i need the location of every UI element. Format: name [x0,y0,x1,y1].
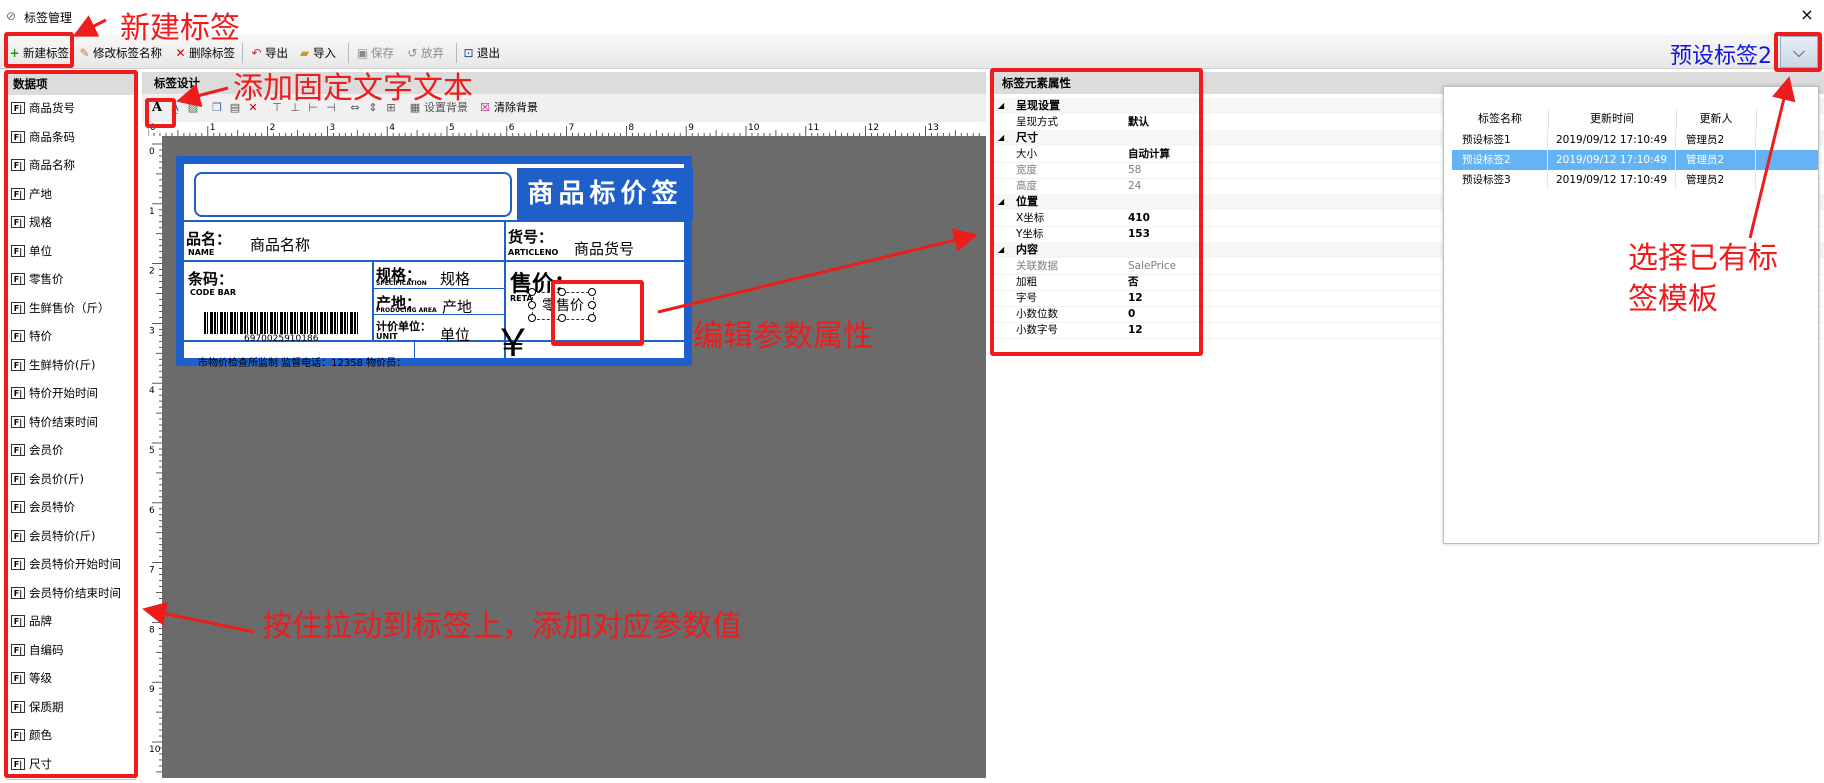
arrow-drag-hint [142,601,255,634]
arrow-new-label [72,15,107,37]
arrow-add-text [176,83,229,108]
annotation-arrows [72,15,1796,634]
arrow-select-template [1748,76,1796,239]
arrow-edit-properties [657,228,978,314]
